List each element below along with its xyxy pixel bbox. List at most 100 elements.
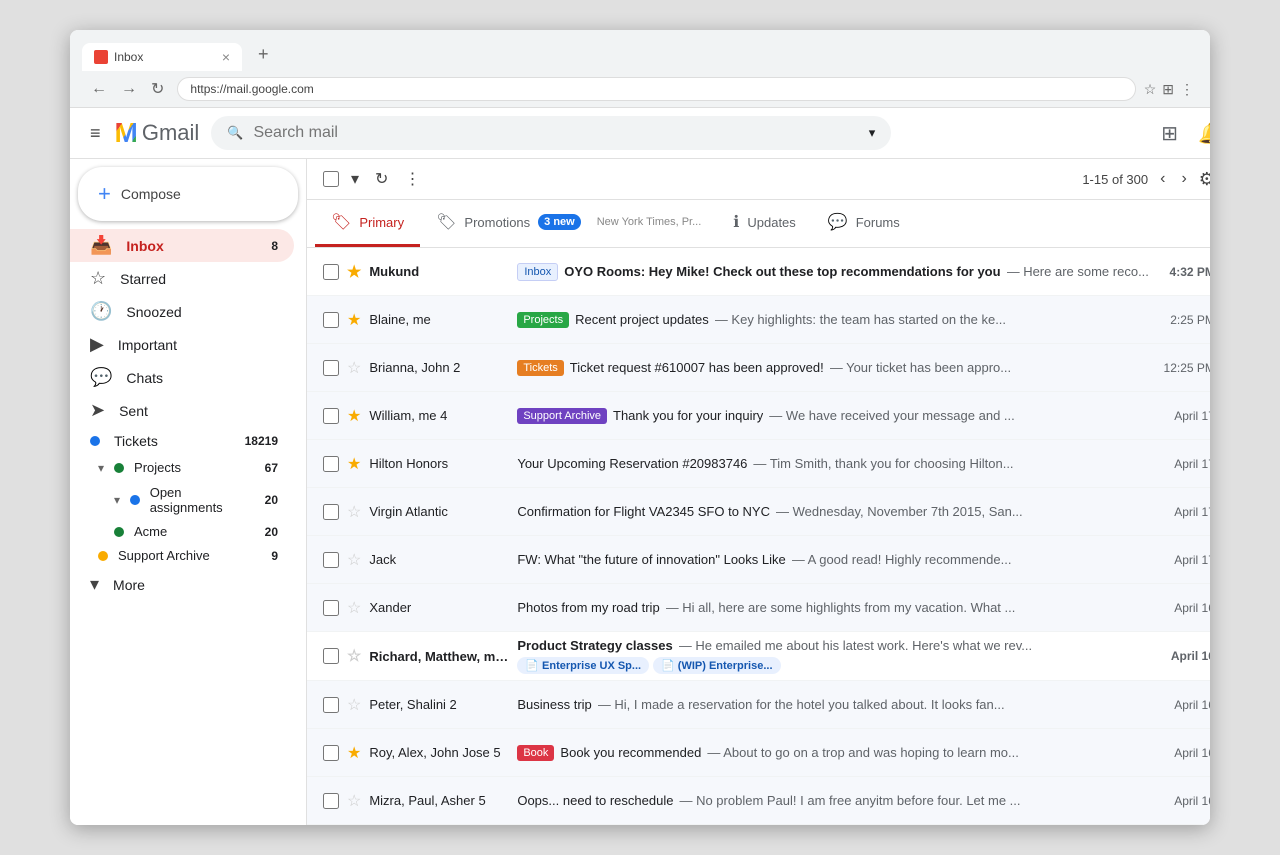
email-checkbox[interactable]: [323, 312, 339, 328]
email-checkbox[interactable]: [323, 264, 339, 280]
sidebar-item-snoozed[interactable]: 🕐 Snoozed: [70, 295, 294, 328]
settings-btn[interactable]: ⚙: [1199, 169, 1210, 190]
star-icon[interactable]: ★: [347, 743, 361, 763]
table-row[interactable]: ★ William, me 4 Support Archive Thank yo…: [307, 392, 1210, 440]
tab-primary[interactable]: 🏷 Primary: [315, 200, 420, 247]
tab-promotions[interactable]: 🏷 Promotions 3 new New York Times, Pr...: [420, 200, 717, 247]
email-body: Tickets Ticket request #610007 has been …: [517, 360, 1147, 376]
attachment-name: (WIP) Enterprise...: [678, 660, 773, 672]
attachment-chip[interactable]: 📄 Enterprise UX Sp...: [517, 657, 649, 674]
apps-btn[interactable]: ⊞: [1157, 117, 1182, 150]
prev-page-btn[interactable]: ‹: [1156, 166, 1169, 192]
more-actions-btn[interactable]: ⋮: [400, 165, 424, 193]
star-icon[interactable]: ★: [347, 454, 361, 474]
email-snippet: — Tim Smith, thank you for choosing Hilt…: [753, 456, 1013, 471]
table-row[interactable]: ☆ Brianna, John 2 Tickets Ticket request…: [307, 344, 1210, 392]
star-icon[interactable]: ☆: [347, 695, 361, 715]
star-icon[interactable]: ☆: [347, 646, 361, 666]
attachment-chip[interactable]: 📄 (WIP) Enterprise...: [653, 657, 780, 674]
sidebar-item-open-assignments[interactable]: ▾ Open assignments 20: [70, 480, 294, 520]
sidebar-item-tickets[interactable]: Tickets 18219: [70, 427, 294, 455]
select-dropdown-btn[interactable]: ▾: [347, 165, 363, 193]
table-row[interactable]: ★ Mukund Inbox OYO Rooms: Hey Mike! Chec…: [307, 248, 1210, 296]
table-row[interactable]: ★ Blaine, me Projects Recent project upd…: [307, 296, 1210, 344]
browser-star-btn[interactable]: ☆: [1144, 81, 1157, 98]
email-body: Support Archive Thank you for your inqui…: [517, 408, 1149, 424]
sidebar-item-acme[interactable]: Acme 20: [70, 520, 294, 543]
refresh-emails-btn[interactable]: ↻: [371, 165, 392, 193]
open-assignments-arrow: ▾: [114, 493, 120, 507]
sidebar-item-important[interactable]: ▶ Important: [70, 328, 294, 361]
sender-name: Roy, Alex, John Jose 5: [369, 745, 509, 760]
star-icon[interactable]: ★: [347, 262, 361, 282]
sidebar-item-projects[interactable]: ▾ Projects 67: [70, 455, 294, 480]
email-checkbox[interactable]: [323, 793, 339, 809]
table-row[interactable]: ★ Hilton Honors Your Upcoming Reservatio…: [307, 440, 1210, 488]
refresh-btn[interactable]: ↻: [146, 77, 169, 101]
search-input[interactable]: [253, 124, 858, 142]
email-checkbox[interactable]: [323, 456, 339, 472]
star-icon[interactable]: ★: [347, 310, 361, 330]
star-icon[interactable]: ☆: [347, 358, 361, 378]
tab-forums[interactable]: 💬 Forums: [812, 200, 916, 247]
compose-btn[interactable]: + Compose: [78, 167, 298, 221]
tab-updates[interactable]: ℹ Updates: [717, 200, 812, 247]
tab-close-btn[interactable]: ×: [222, 49, 230, 65]
notifications-btn[interactable]: 🔔: [1194, 117, 1210, 150]
table-row[interactable]: ★ Roy, Alex, John Jose 5 Book Book you r…: [307, 729, 1210, 777]
email-time: April 17: [1165, 409, 1210, 423]
email-body: Inbox OYO Rooms: Hey Mike! Check out the…: [517, 263, 1149, 281]
browser-window: Inbox × + ← → ↻ https://mail.google.com …: [70, 30, 1210, 825]
table-row[interactable]: ☆ Peter, Shalini 2 Business trip — Hi, I…: [307, 681, 1210, 729]
sidebar-item-sent[interactable]: ➤ Sent: [70, 394, 294, 427]
sender-name: William, me 4: [369, 408, 509, 423]
forums-tab-icon: 💬: [828, 212, 848, 232]
table-row[interactable]: ☆ Mizra, Paul, Asher 5 Oops... need to r…: [307, 777, 1210, 825]
search-bar[interactable]: 🔍 ▾: [211, 116, 891, 150]
open-assignments-badge: 20: [265, 493, 278, 507]
table-row[interactable]: ☆ Xander Photos from my road trip — Hi a…: [307, 584, 1210, 632]
email-checkbox[interactable]: [323, 697, 339, 713]
address-bar[interactable]: https://mail.google.com: [177, 77, 1135, 101]
select-all-checkbox[interactable]: [323, 171, 339, 187]
email-checkbox[interactable]: [323, 504, 339, 520]
sidebar: + Compose 📥 Inbox 8 ☆ Starred 🕐 Sno: [70, 159, 306, 825]
inbox-icon: 📥: [90, 235, 112, 256]
important-label: Important: [118, 337, 177, 353]
email-snippet: — Hi, I made a reservation for the hotel…: [598, 697, 1005, 712]
more-icon: ▾: [90, 574, 99, 595]
browser-tab-inbox[interactable]: Inbox ×: [82, 43, 242, 71]
table-row[interactable]: ☆ Jack FW: What "the future of innovatio…: [307, 536, 1210, 584]
email-subject: Photos from my road trip: [517, 600, 659, 615]
email-checkbox[interactable]: [323, 600, 339, 616]
star-icon[interactable]: ★: [347, 406, 361, 426]
email-checkbox[interactable]: [323, 745, 339, 761]
gmail-header: ≡ M Gmail 🔍 ▾ ⊞ 🔔 M: [70, 108, 1210, 159]
tab-favicon: [94, 50, 108, 64]
gmail-logo: M Gmail: [115, 117, 200, 149]
email-checkbox[interactable]: [323, 360, 339, 376]
star-icon[interactable]: ☆: [347, 550, 361, 570]
sidebar-item-chats[interactable]: 💬 Chats: [70, 361, 294, 394]
sidebar-item-starred[interactable]: ☆ Starred: [70, 262, 294, 295]
email-checkbox[interactable]: [323, 408, 339, 424]
search-dropdown-icon[interactable]: ▾: [869, 125, 876, 141]
new-tab-btn[interactable]: +: [246, 38, 281, 71]
next-page-btn[interactable]: ›: [1177, 166, 1190, 192]
sidebar-item-more[interactable]: ▾ More: [70, 568, 294, 601]
back-btn[interactable]: ←: [86, 77, 112, 101]
email-checkbox[interactable]: [323, 648, 339, 664]
star-icon[interactable]: ☆: [347, 598, 361, 618]
sidebar-item-inbox[interactable]: 📥 Inbox 8: [70, 229, 294, 262]
browser-ext-btn[interactable]: ⊞: [1162, 81, 1174, 98]
pagination-text: 1-15 of 300: [1082, 172, 1148, 187]
table-row[interactable]: ☆ Virgin Atlantic Confirmation for Fligh…: [307, 488, 1210, 536]
sidebar-item-support-archive[interactable]: Support Archive 9: [70, 543, 294, 568]
forward-btn[interactable]: →: [116, 77, 142, 101]
star-icon[interactable]: ☆: [347, 502, 361, 522]
star-icon[interactable]: ☆: [347, 791, 361, 811]
table-row[interactable]: ☆ Richard, Matthew, me 3 Product Strateg…: [307, 632, 1210, 681]
email-checkbox[interactable]: [323, 552, 339, 568]
browser-menu-btn[interactable]: ⋮: [1180, 81, 1194, 98]
hamburger-btn[interactable]: ≡: [86, 119, 105, 148]
